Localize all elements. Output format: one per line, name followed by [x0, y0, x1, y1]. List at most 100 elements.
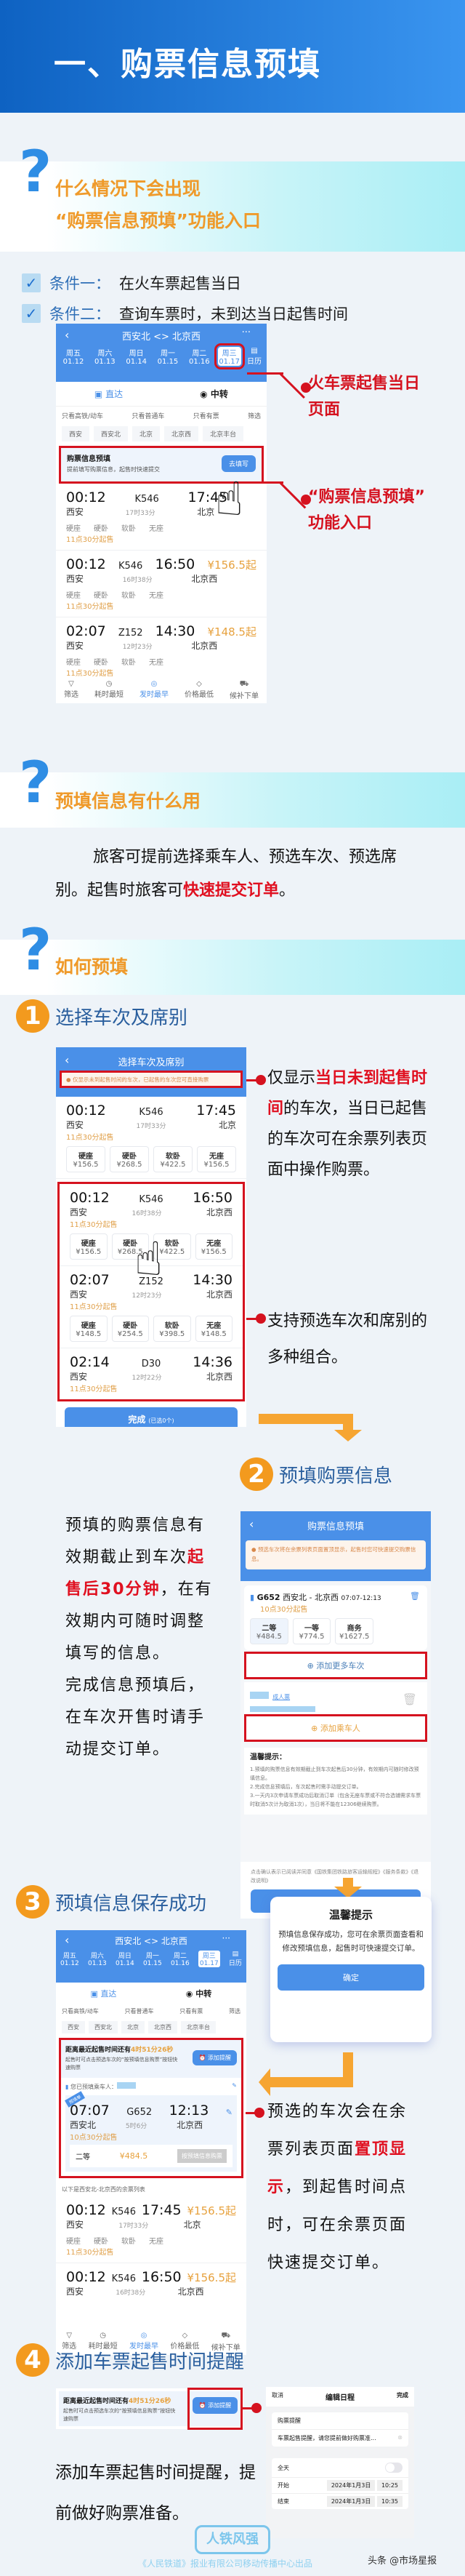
seat-option[interactable]: 无座 ¥156.5 — [197, 1146, 236, 1172]
waitlist[interactable]: ⛟ 候补下单 — [230, 680, 259, 700]
seat-option[interactable]: 硬座 ¥156.5 — [70, 1233, 108, 1260]
tips-card: 温馨提示： 1.预填的购票信息有效期截止到车次起售后30分钟，有效期内可随时修改… — [244, 1748, 427, 1815]
seat-option[interactable]: 一等 ¥774.5 — [292, 1618, 331, 1644]
sort-duration[interactable]: ◷ 耗时最短 — [94, 680, 124, 700]
date-tab[interactable]: 周二 01.16 — [186, 347, 212, 366]
page-banner: 一、购票信息预填 — [0, 0, 465, 113]
seat-option[interactable]: 硬座 ¥156.5 — [66, 1146, 105, 1172]
calendar-button[interactable]: ▤ 日历 — [229, 1951, 242, 1967]
calendar-edit-screenshot: 取消 编辑日程 完成 购票提醒 车票起售提醒，请您提前做好购票准... ⊗ 全天 … — [266, 2387, 414, 2538]
allday-toggle[interactable] — [385, 2463, 403, 2473]
station-chip[interactable]: 北京丰台 — [203, 426, 244, 441]
sort-price[interactable]: ◇ 价格最低 — [185, 680, 214, 700]
buy-with-prefill-button[interactable]: 按预填信息购票 — [177, 2149, 227, 2163]
station-chip[interactable]: 西安 — [62, 426, 90, 441]
pinned-train-card[interactable]: 预填单 07:07 G652 12:13 ✎ 西安北 5时6分 北京西 10点30分起售 … — [64, 2091, 237, 2172]
countdown-banner: 距离最近起售时间还有4时51分26秒 起售时可点击预选车次的“按预填信息购票”按… — [61, 2040, 241, 2078]
sort-departure[interactable]: ◎ 发时最早 — [140, 680, 169, 700]
station-chip[interactable]: 北京 — [121, 2021, 145, 2033]
dialog-ok-button[interactable]: 确定 — [278, 1964, 424, 1991]
seat-option[interactable]: 软卧 ¥398.5 — [153, 1316, 191, 1342]
filter-option[interactable]: 只看普通车 — [132, 411, 164, 420]
station-chip[interactable]: 西安 — [62, 2021, 85, 2033]
done-button[interactable]: 完成 (已选0个) — [65, 1407, 238, 1427]
date-tab[interactable]: 周二 01.16 — [171, 1951, 190, 1967]
seat-option[interactable]: 硬卧 ¥268.5 — [110, 1146, 149, 1172]
done-button[interactable]: 完成 — [397, 2391, 408, 2402]
date-tab[interactable]: 周日 01.14 — [116, 1951, 134, 1967]
clear-icon[interactable]: ⊗ — [397, 2434, 403, 2442]
arrow-left-icon — [259, 2068, 270, 2096]
route-title: 西安北 <> 北京西 — [121, 332, 201, 343]
date-tab[interactable]: 周日 01.14 — [124, 347, 150, 366]
filter-row: 只看高铁/动车 只看普通车 只看有票 筛选 — [56, 407, 267, 425]
date-tab[interactable]: 周六 01.13 — [88, 1951, 107, 1967]
station-chips: 西安 西安北 北京 北京西 北京丰台 — [56, 425, 267, 446]
tab-direct[interactable]: ▣ 直达 — [56, 388, 161, 400]
edit-icon[interactable]: ✎ — [226, 2108, 232, 2117]
add-reminder-button[interactable]: ⏰ 添加提醒 — [193, 2050, 237, 2065]
filter-option[interactable]: 只看有票 — [193, 411, 219, 420]
event-title-field[interactable]: 购票提醒 — [272, 2412, 408, 2430]
date-tab[interactable]: 周一 01.15 — [155, 347, 181, 366]
date-tab[interactable]: 周一 01.15 — [143, 1951, 162, 1967]
sort-filter[interactable]: ▽ 筛选 — [64, 680, 78, 700]
go-fill-button[interactable]: 去填写 — [221, 455, 256, 472]
checkbox-checked-icon: ✓ — [22, 304, 41, 323]
station-chip[interactable]: 北京西 — [164, 426, 199, 441]
seat-option[interactable]: 无座 ¥156.5 — [195, 1233, 232, 1260]
calendar-button[interactable]: ▤ 日历 — [246, 347, 262, 366]
agreement-text[interactable]: 点击确认表示已阅读并同意《国铁集团铁路旅客运输规程》《服务条款》《退改说明》 — [251, 1868, 421, 1885]
seat-option[interactable]: 软卧 ¥422.5 — [153, 1146, 193, 1172]
filter-option[interactable]: 只看高铁/动车 — [62, 2007, 99, 2015]
seat-option-selected[interactable]: 二等 ¥484.5 — [250, 1618, 288, 1644]
condition-label: 条件一： — [49, 275, 110, 292]
tab-direct[interactable]: ▣ 直达 — [56, 1988, 151, 1999]
step-number: 1 — [16, 999, 49, 1033]
date-tab-selected[interactable]: 周三 01.17 — [198, 1951, 220, 1967]
add-passenger-button[interactable]: ⊕ 添加乘车人 — [244, 1714, 427, 1742]
callout-entry: “购票信息预填” 功能入口 — [308, 488, 425, 532]
more-icon[interactable]: ··· — [242, 327, 251, 338]
add-more-trains-button[interactable]: ⊕ 添加更多车次 — [244, 1652, 427, 1679]
train-row[interactable]: 02:14 D30 14:36 西安 12时22分 北京西 11点30分起售 — [60, 1348, 243, 1399]
filter-option[interactable]: 筛选 — [229, 2007, 240, 2015]
date-tab[interactable]: 周五 01.12 — [60, 347, 86, 366]
seat-option[interactable]: 无座 ¥148.5 — [195, 1316, 232, 1342]
train-row[interactable]: 00:12 K546 16:50 ¥156.5起 西安 16时38分 北京西 — [56, 2263, 246, 2303]
end-time[interactable]: 10:35 — [376, 2496, 403, 2507]
step2-validity-text: 预填的购票信息有效期截止到车次起售后30分钟，在有效期内可随时调整填写的信息。 — [65, 1516, 213, 1663]
add-reminder-button[interactable]: ⏰ 添加提醒 — [193, 2397, 238, 2414]
train-row[interactable]: 00:12 K546 16:50 ¥156.5起 西安 16时38分 北京西 硬座 硬卧 软卧… — [56, 551, 267, 617]
event-note-field[interactable]: 车票起售提醒，请您提前做好购票准... ⊗ — [272, 2430, 408, 2447]
end-date[interactable]: 2024年1月3日 — [326, 2496, 376, 2507]
train-row[interactable]: 00:12 K546 17:45 ¥156.5起 西安 17时33分 北京 硬座 硬卧 软卧无… — [56, 2196, 246, 2263]
delete-icon[interactable]: 🗑 — [403, 1692, 417, 1706]
station-chip[interactable]: 北京丰台 — [181, 2021, 216, 2033]
filter-option[interactable]: 只看普通车 — [124, 2007, 153, 2015]
tab-transfer[interactable]: ◉ 中转 — [161, 388, 267, 400]
cancel-button[interactable]: 取消 — [272, 2391, 283, 2402]
station-chip[interactable]: 北京西 — [148, 2021, 177, 2033]
seat-option[interactable]: 商务 ¥1627.5 — [335, 1618, 374, 1644]
date-tab-selected[interactable]: 周三 01.17 — [214, 343, 245, 369]
train-row[interactable]: 02:07 Z152 14:30 ¥148.5起 西安 12时23分 北京西 硬座 硬卧 软卧… — [56, 617, 267, 684]
more-icon[interactable]: ··· — [222, 1933, 230, 1943]
filter-option[interactable]: 只看有票 — [179, 2007, 203, 2015]
callout-dot — [254, 2108, 264, 2118]
edit-icon[interactable]: ✎ — [232, 2082, 237, 2091]
start-date[interactable]: 2024年1月3日 — [326, 2480, 376, 2491]
filter-option[interactable]: 只看高铁/动车 — [62, 411, 103, 420]
date-tab[interactable]: 周五 01.12 — [60, 1951, 79, 1967]
date-tab[interactable]: 周六 01.13 — [92, 347, 118, 366]
tab-transfer[interactable]: ◉ 中转 — [151, 1988, 246, 1999]
train-row[interactable]: 00:12 K546 17:45 西安 17时33分 北京 11点30分起售 硬座 ¥15… — [56, 1097, 246, 1179]
station-chip[interactable]: 西安北 — [89, 2021, 118, 2033]
seat-option[interactable]: 硬卧 ¥254.5 — [111, 1316, 149, 1342]
seat-option[interactable]: 硬座 ¥148.5 — [70, 1316, 108, 1342]
start-time[interactable]: 10:25 — [376, 2480, 403, 2491]
station-chip[interactable]: 西安北 — [94, 426, 129, 441]
delete-icon[interactable]: 🗑 — [410, 1591, 420, 1601]
station-chip[interactable]: 北京 — [132, 426, 161, 441]
filter-option[interactable]: 筛选 — [248, 411, 261, 420]
